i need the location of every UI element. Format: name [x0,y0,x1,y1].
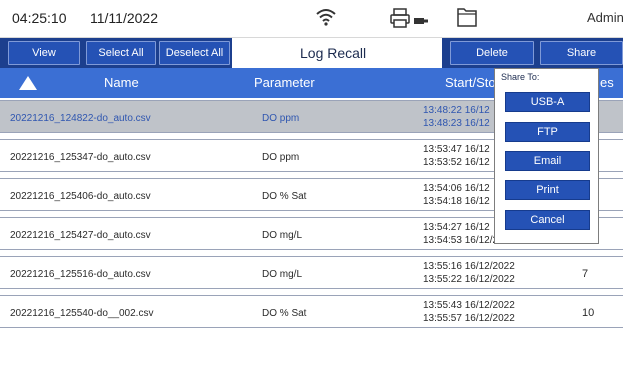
toolbar: View Select All Deselect All Log Recall … [0,38,623,68]
stop-time: 13:55:22 16/12/2022 [423,274,515,285]
share-popup: Share To: USB-A FTP Email Print Cancel [494,68,599,244]
share-print-button[interactable]: Print [505,180,590,200]
share-email-button[interactable]: Email [505,151,590,171]
column-header-parameter[interactable]: Parameter [254,75,315,90]
parameter-value: DO % Sat [262,191,307,202]
start-stop-time: 13:55:16 16/12/2022 13:55:22 16/12/2022 [423,260,533,286]
start-stop-time: 13:55:43 16/12/2022 13:55:57 16/12/2022 [423,299,533,325]
share-usb-button[interactable]: USB-A [505,92,590,112]
stop-time: 13:54:18 16/12 [423,196,490,207]
file-name: 20221216_125347-do_auto.csv [10,152,151,163]
start-time: 13:54:27 16/12 [423,222,490,233]
start-time: 13:48:22 16/12 [423,105,490,116]
table-row[interactable]: 20221216_125540-do__002.csv DO % Sat 13:… [0,295,623,328]
clock-time: 04:25:10 [12,10,67,26]
share-cancel-button[interactable]: Cancel [505,210,590,230]
start-time: 13:54:06 16/12 [423,183,490,194]
deselect-all-button[interactable]: Deselect All [159,41,230,65]
view-button[interactable]: View [8,41,80,65]
printer-icon [389,7,411,34]
sort-ascending-icon[interactable] [19,76,37,90]
file-name: 20221216_124822-do_auto.csv [10,113,151,124]
stop-time: 13:55:57 16/12/2022 [423,313,515,324]
page-title: Log Recall [300,45,367,61]
folder-icon [456,4,478,37]
start-time: 13:53:47 16/12 [423,144,490,155]
file-name: 20221216_125540-do__002.csv [10,308,154,319]
usb-drive-icon [414,13,428,31]
share-button[interactable]: Share [540,41,623,65]
parameter-value: DO ppm [262,113,300,124]
select-all-button[interactable]: Select All [86,41,156,65]
parameter-value: DO mg/L [262,230,303,241]
column-header-samples[interactable]: es [600,75,614,90]
parameter-value: DO mg/L [262,269,303,280]
stop-time: 13:53:52 16/12 [423,157,490,168]
start-time: 13:55:16 16/12/2022 [423,261,515,272]
parameter-value: DO % Sat [262,308,307,319]
status-bar: 04:25:10 11/11/2022 Admin [0,0,623,38]
column-header-start-stop[interactable]: Start/Sto [445,75,496,90]
table-row[interactable]: 20221216_125516-do_auto.csv DO mg/L 13:5… [0,256,623,289]
delete-button[interactable]: Delete [450,41,534,65]
sample-count: 7 [582,268,589,280]
file-name: 20221216_125516-do_auto.csv [10,269,151,280]
share-ftp-button[interactable]: FTP [505,122,590,142]
parameter-value: DO ppm [262,152,300,163]
share-popup-title: Share To: [501,72,540,82]
file-name: 20221216_125406-do_auto.csv [10,191,151,202]
sample-count: 10 [582,307,595,319]
start-time: 13:55:43 16/12/2022 [423,300,515,311]
current-user[interactable]: Admin [587,10,623,25]
file-name: 20221216_125427-do_auto.csv [10,230,151,241]
status-date: 11/11/2022 [90,10,158,26]
stop-time: 13:48:23 16/12 [423,118,490,129]
column-header-name[interactable]: Name [104,75,139,90]
wifi-icon [316,8,336,31]
